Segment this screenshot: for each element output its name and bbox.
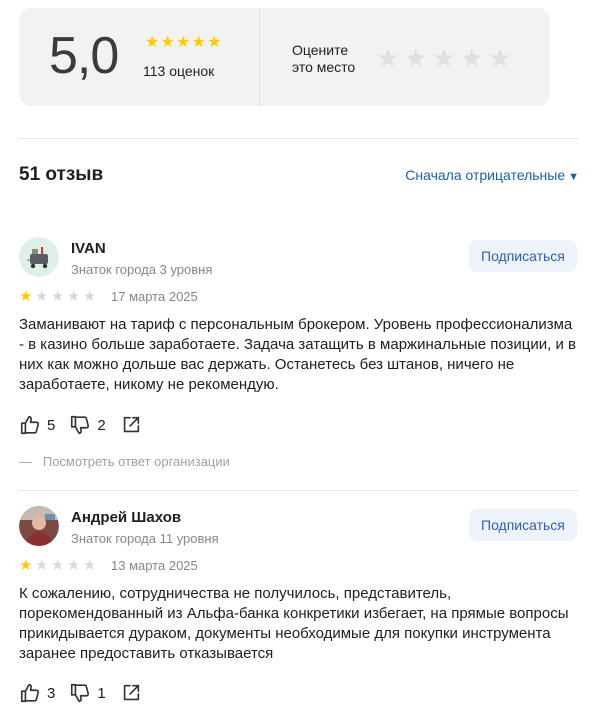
avatar[interactable]	[19, 506, 59, 546]
share-icon	[123, 416, 139, 433]
like-button[interactable]: 3	[19, 682, 55, 704]
star-icon: ★	[83, 557, 97, 574]
thumbs-down-icon	[71, 415, 90, 435]
thumbs-up-icon	[20, 415, 40, 435]
star-icon: ★	[67, 557, 81, 574]
thumbs-up-icon	[20, 683, 40, 703]
star-icon: ★	[145, 34, 160, 51]
rating-score: 5,0	[49, 27, 119, 85]
star-icon: ★	[51, 557, 65, 574]
review-date: 13 марта 2025	[111, 558, 198, 573]
star-icon: ★	[191, 34, 206, 51]
review-text: К сожалению, сотрудничества не получилос…	[19, 585, 569, 662]
divider	[259, 8, 260, 106]
subscribe-button[interactable]: Подписаться	[469, 509, 577, 541]
dislike-button[interactable]: 2	[69, 414, 106, 436]
star-icon: ★	[160, 34, 175, 51]
share-button[interactable]	[120, 682, 142, 704]
like-count: 3	[47, 684, 56, 702]
user-photo	[19, 506, 59, 546]
star-icon: ★	[67, 288, 81, 305]
like-count: 5	[47, 416, 56, 434]
dislike-button[interactable]: 1	[69, 682, 106, 704]
sort-dropdown[interactable]: Сначала отрицательные ▼	[405, 167, 579, 183]
star-icon: ★	[176, 34, 191, 51]
rate-star-4-icon[interactable]: ★	[460, 44, 488, 72]
rate-star-5-icon[interactable]: ★	[488, 44, 516, 72]
thumbs-down-icon	[71, 683, 90, 703]
review-author[interactable]: Андрей Шахов	[71, 509, 181, 526]
view-org-answer-link[interactable]: — Посмотреть ответ организации	[19, 454, 230, 469]
review-rating: ★ ★ ★ ★ ★	[19, 289, 99, 305]
caret-down-icon: ▼	[568, 171, 579, 183]
robot-cart-icon	[19, 237, 59, 277]
star-icon: ★	[35, 557, 49, 574]
rate-prompt: Оцените это место	[292, 42, 356, 75]
share-button[interactable]	[120, 414, 142, 436]
rate-place-stars[interactable]: ★ ★ ★ ★ ★	[376, 44, 516, 72]
sort-label: Сначала отрицательные	[405, 167, 566, 183]
share-icon	[123, 684, 139, 701]
review-date: 17 марта 2025	[111, 289, 198, 304]
dislike-count: 2	[97, 416, 106, 434]
review-item: Андрей Шахов Знаток города 11 уровня Под…	[19, 506, 589, 710]
review-actions: 3 1	[19, 682, 156, 704]
reviews-count-title: 51 отзыв	[19, 164, 104, 185]
star-icon: ★	[19, 288, 33, 305]
star-icon: ★	[51, 288, 65, 305]
rate-star-2-icon[interactable]: ★	[404, 44, 432, 72]
divider	[19, 138, 579, 139]
review-item: IVAN Знаток города 3 уровня Подписаться …	[19, 237, 589, 477]
avatar[interactable]	[19, 237, 59, 277]
subscribe-button[interactable]: Подписаться	[469, 240, 577, 272]
rate-star-3-icon[interactable]: ★	[432, 44, 460, 72]
review-actions: 5 2	[19, 414, 156, 436]
star-icon: ★	[207, 34, 222, 51]
star-icon: ★	[35, 288, 49, 305]
star-icon: ★	[83, 288, 97, 305]
review-rating: ★ ★ ★ ★ ★	[19, 558, 99, 574]
author-level: Знаток города 3 уровня	[71, 262, 213, 277]
like-button[interactable]: 5	[19, 414, 55, 436]
review-author[interactable]: IVAN	[71, 240, 106, 257]
rate-star-1-icon[interactable]: ★	[376, 44, 404, 72]
ratings-count: 113 оценок	[143, 63, 215, 79]
divider	[19, 490, 579, 491]
author-level: Знаток города 11 уровня	[71, 531, 219, 546]
rating-summary-card: 5,0 ★ ★ ★ ★ ★ 113 оценок Оцените это мес…	[19, 8, 550, 106]
rating-stars: ★ ★ ★ ★ ★	[145, 34, 223, 52]
star-icon: ★	[19, 557, 33, 574]
review-text: Заманивают на тариф с персональным броке…	[19, 316, 576, 393]
dislike-count: 1	[97, 684, 106, 702]
